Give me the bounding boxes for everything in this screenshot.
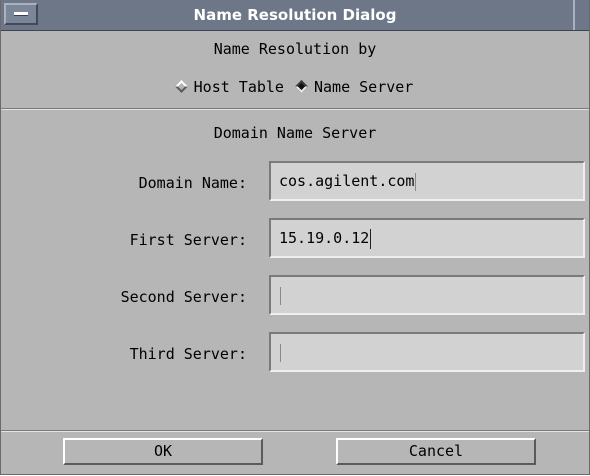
third-server-label: Third Server: <box>129 345 247 363</box>
dialog-title: Name Resolution Dialog <box>193 6 397 24</box>
button-area-divider <box>1 430 589 432</box>
first-server-label: First Server: <box>129 231 247 249</box>
radio-host-table-label[interactable]: Host Table <box>194 78 284 96</box>
cancel-button[interactable]: Cancel <box>336 438 536 465</box>
radio-name-server-label[interactable]: Name Server <box>314 78 413 96</box>
section-divider <box>1 108 589 110</box>
radio-selected-icon[interactable] <box>295 80 308 93</box>
domain-name-field[interactable]: cos.agilent.com <box>269 161 585 201</box>
resolution-radio-group: Host Table Name Server <box>1 78 589 96</box>
domain-name-value: cos.agilent.com <box>279 172 415 190</box>
text-cursor <box>280 343 281 362</box>
text-cursor <box>415 172 417 191</box>
window-frame-corner[interactable] <box>573 0 589 30</box>
radio-host-table[interactable]: Host Table <box>174 78 284 96</box>
text-cursor <box>280 286 281 305</box>
third-server-field[interactable] <box>269 332 585 372</box>
second-server-field[interactable] <box>269 275 585 315</box>
resolution-heading: Name Resolution by <box>213 40 377 58</box>
dns-heading: Domain Name Server <box>213 124 377 142</box>
name-resolution-dialog: Name Resolution Dialog Name Resolution b… <box>0 0 590 475</box>
first-server-field[interactable]: 15.19.0.12 <box>269 218 585 258</box>
domain-name-label: Domain Name: <box>138 174 247 192</box>
radio-name-server[interactable]: Name Server <box>295 78 413 96</box>
first-server-value: 15.19.0.12 <box>279 229 370 247</box>
text-cursor <box>370 228 372 249</box>
radio-unselected-icon[interactable] <box>174 80 188 93</box>
second-server-label: Second Server: <box>120 288 247 306</box>
window-menu-icon[interactable] <box>4 3 38 25</box>
title-bar[interactable]: Name Resolution Dialog <box>1 0 589 31</box>
ok-button[interactable]: OK <box>63 438 263 465</box>
